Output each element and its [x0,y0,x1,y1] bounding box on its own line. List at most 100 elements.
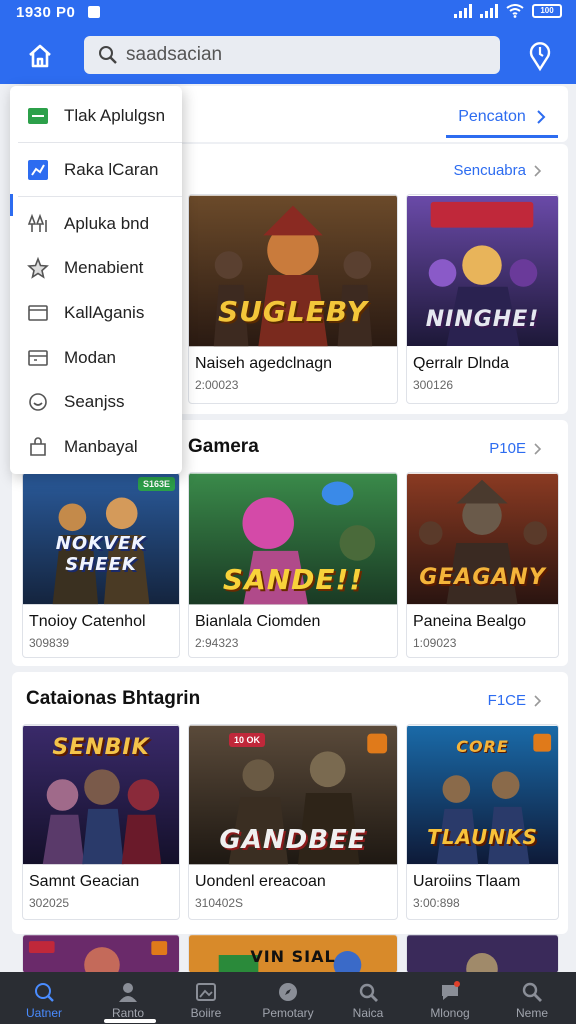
game-art-logo: GANDBEE [219,825,367,855]
search-icon [99,46,117,64]
signal-icon [454,4,472,18]
drawer-item-label: Raka lCaran [64,160,159,179]
section-link-label: F1CE [487,692,526,709]
game-meta: 309839 [29,636,70,650]
nav-label: Mlonog [430,1006,470,1020]
notification-icon [88,6,100,18]
game-meta: 300126 [413,378,454,392]
section-more-link[interactable]: Sencuabra [453,162,542,179]
chat-icon [442,981,460,1000]
nav-label: Pemotary [262,1006,314,1020]
section-more-link[interactable]: P10E [489,440,542,457]
home-indicator [104,1019,156,1023]
drawer-item-label: Menabient [64,258,144,277]
location-pin-icon [529,42,551,72]
game-title: Uaroiins Tlaam [413,873,521,890]
location-button[interactable] [522,38,558,74]
compass-icon [279,983,297,1001]
nav-label: Neme [515,1006,548,1020]
chart-icon [28,160,48,180]
section-title: Cataionas Bhtagrin [26,688,201,709]
drawer-item-apluka[interactable]: Apluka bnd [10,202,182,246]
game-card[interactable]: NINGHE! Qerralr Dlnda 300126 [406,194,559,404]
window-icon [28,305,48,321]
game-card[interactable]: GEAGANY Paneina Bealgo 1:09023 [406,472,559,658]
star-icon [27,256,49,279]
game-card[interactable] [406,934,559,974]
game-card[interactable]: SANDE!! Bianlala Ciomden 2:94323 [188,472,398,658]
drawer-item-label: Manbayal [64,437,138,456]
game-card[interactable]: SUGLEBY Naiseh agedclnagn 2:00023 [188,194,398,404]
chevron-right-icon [534,164,542,177]
calendar-icon [28,350,48,366]
game-card[interactable]: S163E NOKVEK SHEEK Tnoioy Catenhol 30983… [22,472,180,658]
drawer-item-kallaganis[interactable]: KallAganis [10,291,182,335]
game-card[interactable]: VIN SIAL [188,934,398,974]
game-card[interactable]: 10 OK GANDBEE Uondenl ereacoan 310402S [188,724,398,920]
bottom-nav: Uatner Ranto Boiire Pemotary Naica Mlono… [0,972,576,1024]
trees-icon [27,213,47,232]
game-card[interactable] [22,934,180,974]
section-more-link[interactable]: F1CE [488,692,542,709]
game-art-logo: NINGHE! [425,307,540,332]
game-thumbnail [407,935,558,973]
game-title: Samnt Geacian [29,873,140,890]
game-meta: 2:94323 [195,636,239,650]
chevron-right-icon [537,109,546,124]
game-art-logo: TLAUNKS [427,825,538,849]
divider [18,142,182,143]
smile-icon [29,393,47,411]
nav-item-mlonog[interactable]: Mlonog [410,972,490,1024]
drawer-item-label: Modan [64,348,116,367]
search-input[interactable] [126,36,486,74]
nav-item-neme[interactable]: Neme [492,972,572,1024]
game-thumbnail [23,935,179,973]
drawer-item-seanjss[interactable]: Seanjss [10,380,182,424]
magnify-icon [359,983,378,1002]
game-art-logo-top: CORE [456,737,509,756]
game-title: Naiseh agedclnagn [195,355,332,372]
drawer-item-label: Tlak Aplulgsn [64,106,166,125]
game-meta: 2:00023 [195,378,239,392]
battery-icon: 100 [532,4,562,18]
app-bar: 1930 P0 100 [0,0,576,84]
nav-label: Boiire [190,1006,222,1020]
status-bar: 1930 P0 100 [0,0,576,26]
status-time: 1930 P0 [16,4,76,21]
wifi-icon [506,4,524,18]
game-title: Qerralr Dlnda [413,355,510,372]
search-bar[interactable] [84,36,500,74]
side-drawer: Tlak Aplulgsn Raka lCaran Apluka bnd Men… [10,86,182,474]
nav-item-naica[interactable]: Naica [328,972,408,1024]
drawer-item-apps[interactable]: Tlak Aplulgsn [10,94,182,138]
active-indicator [10,194,13,216]
nav-item-pemotary[interactable]: Pemotary [248,972,328,1024]
drawer-item-manbayal[interactable]: Manbayal [10,425,182,469]
game-meta: 310402S [195,896,244,910]
home-button[interactable] [22,38,58,74]
section-link-label: P10E [489,440,526,457]
zoom-icon [522,982,542,1002]
game-card[interactable]: SENBIK Samnt Geacian 302025 [22,724,180,920]
drawer-item-menabient[interactable]: Menabient [10,246,182,290]
tab-link-pencaton[interactable]: Pencaton [446,98,558,138]
drawer-item-modan[interactable]: Modan [10,336,182,380]
nav-item-boiire[interactable]: Boiire [166,972,246,1024]
game-meta: 1:09023 [413,636,457,650]
game-meta: 302025 [29,896,70,910]
nav-item-uatner[interactable]: Uatner [4,972,84,1024]
game-title: Bianlala Ciomden [195,613,321,630]
bag-icon [30,437,46,456]
nav-label: Ranto [111,1006,145,1020]
search-icon [35,983,54,1002]
card-badge: S163E [137,477,175,491]
game-art-logo: NOKVEK SHEEK [55,533,147,575]
game-title: Paneina Bealgo [413,613,526,630]
nav-item-ranto[interactable]: Ranto [88,972,168,1024]
game-title: Tnoioy Catenhol [29,613,146,630]
drawer-item-ranking[interactable]: Raka lCaran [10,148,182,192]
game-meta: 3:00:898 [413,896,460,910]
game-card[interactable]: CORE TLAUNKS Uaroiins Tlaam 3:00:898 [406,724,559,920]
home-icon [29,44,51,68]
tab-link-label: Pencaton [458,107,526,125]
